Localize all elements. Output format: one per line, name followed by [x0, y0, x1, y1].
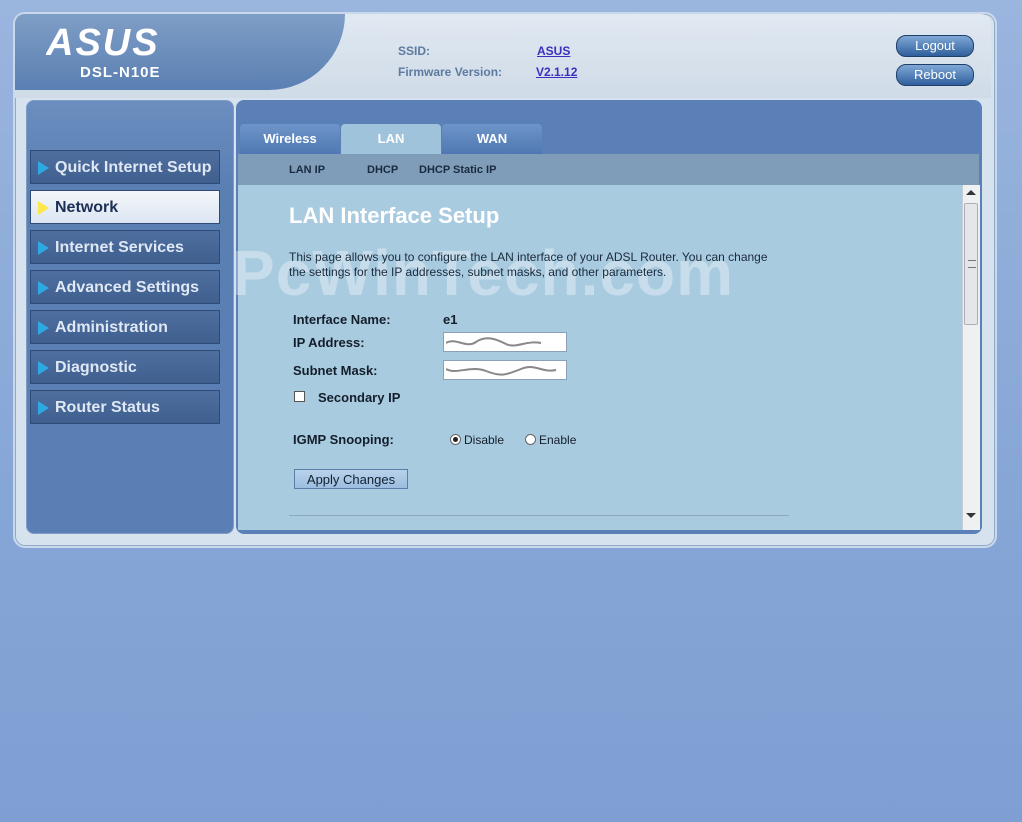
- interface-name-value: e1: [443, 312, 458, 327]
- divider: [289, 515, 789, 516]
- scroll-up-icon[interactable]: [966, 190, 976, 195]
- secondary-ip-checkbox[interactable]: [294, 391, 305, 402]
- sidebar-item-label: Administration: [55, 319, 168, 336]
- apply-changes-button[interactable]: Apply Changes: [294, 469, 408, 489]
- sidebar-item-label: Diagnostic: [55, 359, 137, 376]
- sidebar-item-label: Advanced Settings: [55, 279, 200, 296]
- scroll-thumb[interactable]: [964, 203, 978, 325]
- reboot-button[interactable]: Reboot: [896, 64, 974, 86]
- sidebar-item-router-status[interactable]: Router Status: [30, 390, 220, 424]
- sidebar-item-label: Internet Services: [55, 239, 184, 256]
- secondary-ip-label: Secondary IP: [318, 390, 401, 405]
- sidebar-item-advanced-settings[interactable]: Advanced Settings: [30, 270, 220, 304]
- subtab-lan-ip[interactable]: LAN IP: [289, 164, 325, 176]
- sidebar-item-network[interactable]: Network: [30, 190, 220, 224]
- asus-logo: ASUS: [46, 24, 160, 58]
- tab-lan[interactable]: LAN: [341, 124, 441, 154]
- page-title: LAN Interface Setup: [289, 203, 500, 228]
- sidebar-item-label: Router Status: [55, 399, 160, 416]
- sidebar-item-label: Network: [55, 199, 119, 216]
- firmware-value[interactable]: V2.1.12: [536, 65, 577, 79]
- svg-text:ASUS: ASUS: [46, 24, 160, 58]
- arrow-icon: [38, 241, 49, 255]
- page-description: This page allows you to configure the LA…: [289, 250, 768, 279]
- ip-address-input[interactable]: [443, 332, 567, 352]
- sidebar-item-quick-internet-setup[interactable]: Quick Internet Setup: [30, 150, 220, 184]
- tab-wireless[interactable]: Wireless: [240, 124, 340, 154]
- firmware-label: Firmware Version:: [398, 65, 503, 79]
- sidebar-item-diagnostic[interactable]: Diagnostic: [30, 350, 220, 384]
- logout-button[interactable]: Logout: [896, 35, 974, 57]
- ip-address-label: IP Address:: [293, 335, 365, 350]
- sidebar-item-internet-services[interactable]: Internet Services: [30, 230, 220, 264]
- interface-name-label: Interface Name:: [293, 312, 391, 327]
- model-name: DSL-N10E: [80, 64, 161, 81]
- arrow-icon: [38, 321, 49, 335]
- subnet-mask-input[interactable]: [443, 360, 567, 380]
- subtab-dhcp-static-ip[interactable]: DHCP Static IP: [419, 164, 496, 176]
- arrow-icon: [38, 361, 49, 375]
- igmp-enable-radio[interactable]: [525, 434, 536, 445]
- sidebar-item-administration[interactable]: Administration: [30, 310, 220, 344]
- subnet-mask-label: Subnet Mask:: [293, 363, 378, 378]
- arrow-icon: [38, 161, 49, 175]
- grip-icon: [968, 260, 976, 268]
- scrollbar[interactable]: [962, 185, 980, 530]
- igmp-enable-label: Enable: [539, 433, 577, 447]
- arrow-icon: [38, 201, 49, 215]
- ssid-value[interactable]: ASUS: [537, 44, 570, 58]
- ssid-label: SSID:: [398, 44, 431, 58]
- redacted-scribble: [446, 337, 542, 347]
- igmp-disable-label: Disable: [464, 433, 505, 447]
- subnav-bar: [238, 154, 979, 185]
- arrow-icon: [38, 401, 49, 415]
- scroll-down-icon[interactable]: [966, 513, 976, 518]
- igmp-snooping-label: IGMP Snooping:: [293, 432, 394, 447]
- sidebar-item-label: Quick Internet Setup: [55, 159, 212, 176]
- igmp-disable-radio[interactable]: [450, 434, 461, 445]
- tab-wan[interactable]: WAN: [442, 124, 542, 154]
- subtab-dhcp[interactable]: DHCP: [367, 164, 398, 176]
- arrow-icon: [38, 281, 49, 295]
- redacted-scribble: [446, 366, 557, 376]
